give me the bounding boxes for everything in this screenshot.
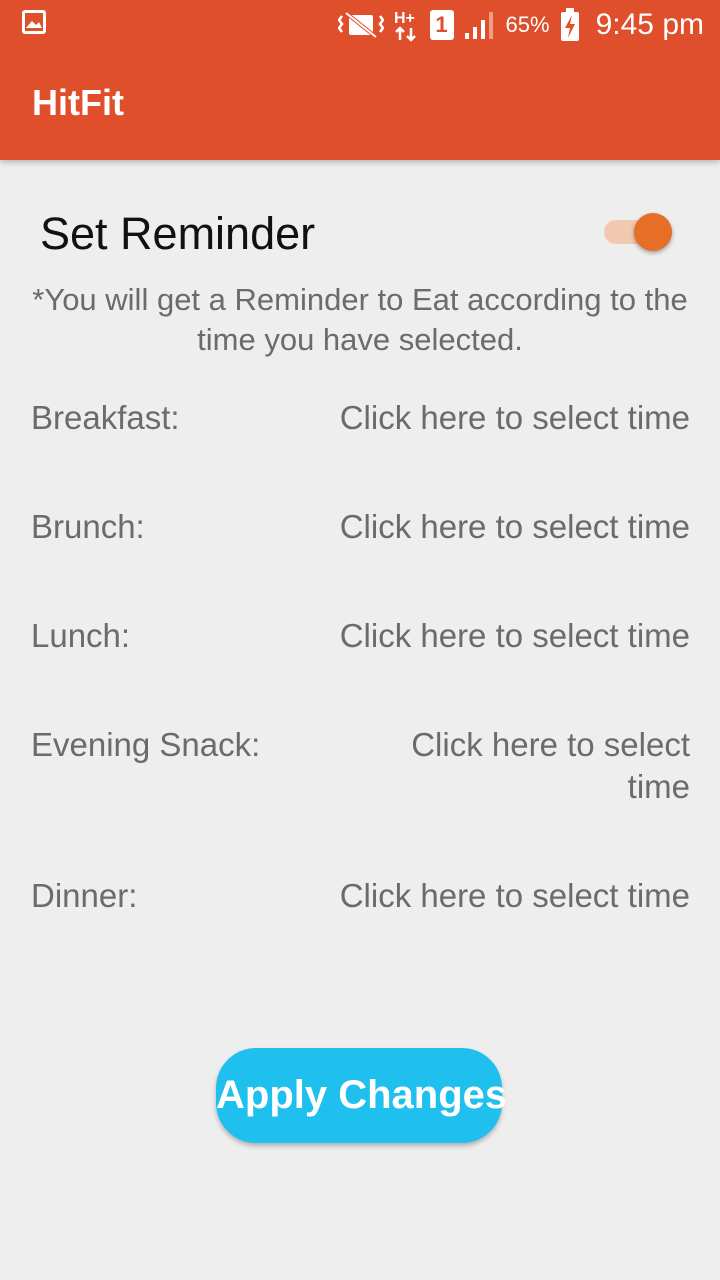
meal-label: Dinner: [31,877,138,914]
meal-label: Evening Snack: [31,726,261,763]
reminder-toggle-switch[interactable] [604,213,672,251]
battery-percent: 65% [505,12,550,37]
sim-1-icon: 1 [429,10,454,40]
dinner-time-selector[interactable]: Click here to select time [304,875,690,917]
reminder-note: *You will get a Reminder to Eat accordin… [32,282,688,357]
lunch-time-selector[interactable]: Click here to select time [304,615,690,657]
set-reminder-title: Set Reminder [40,208,316,259]
meal-label: Breakfast: [31,399,180,436]
status-icons: H+ 1 65% 9:45 pm [337,4,704,46]
meal-label: Lunch: [31,617,131,654]
brunch-time-selector[interactable]: Click here to select time [304,506,690,548]
evening-snack-time-selector[interactable]: Click here to select time [370,724,690,808]
image-notification-icon [22,10,46,34]
svg-text:H+: H+ [394,10,415,27]
app-title: HitFit [32,82,124,123]
breakfast-time-selector[interactable]: Click here to select time [304,397,690,439]
app-header: H+ 1 65% 9:45 pm HitFit [0,0,720,160]
signal-icon [464,11,496,39]
battery-charging-icon [560,8,580,42]
meal-label: Brunch: [31,508,145,545]
screen: H+ 1 65% 9:45 pm HitFit Set Reminder *Yo… [0,0,720,1280]
status-clock: 9:45 pm [595,8,704,41]
vibrate-icon [337,10,384,40]
data-h-plus-icon: H+ [394,8,420,42]
switch-thumb[interactable] [634,213,672,251]
apply-changes-button[interactable]: Apply Changes [216,1048,507,1143]
status-bar: H+ 1 65% 9:45 pm [0,0,720,50]
